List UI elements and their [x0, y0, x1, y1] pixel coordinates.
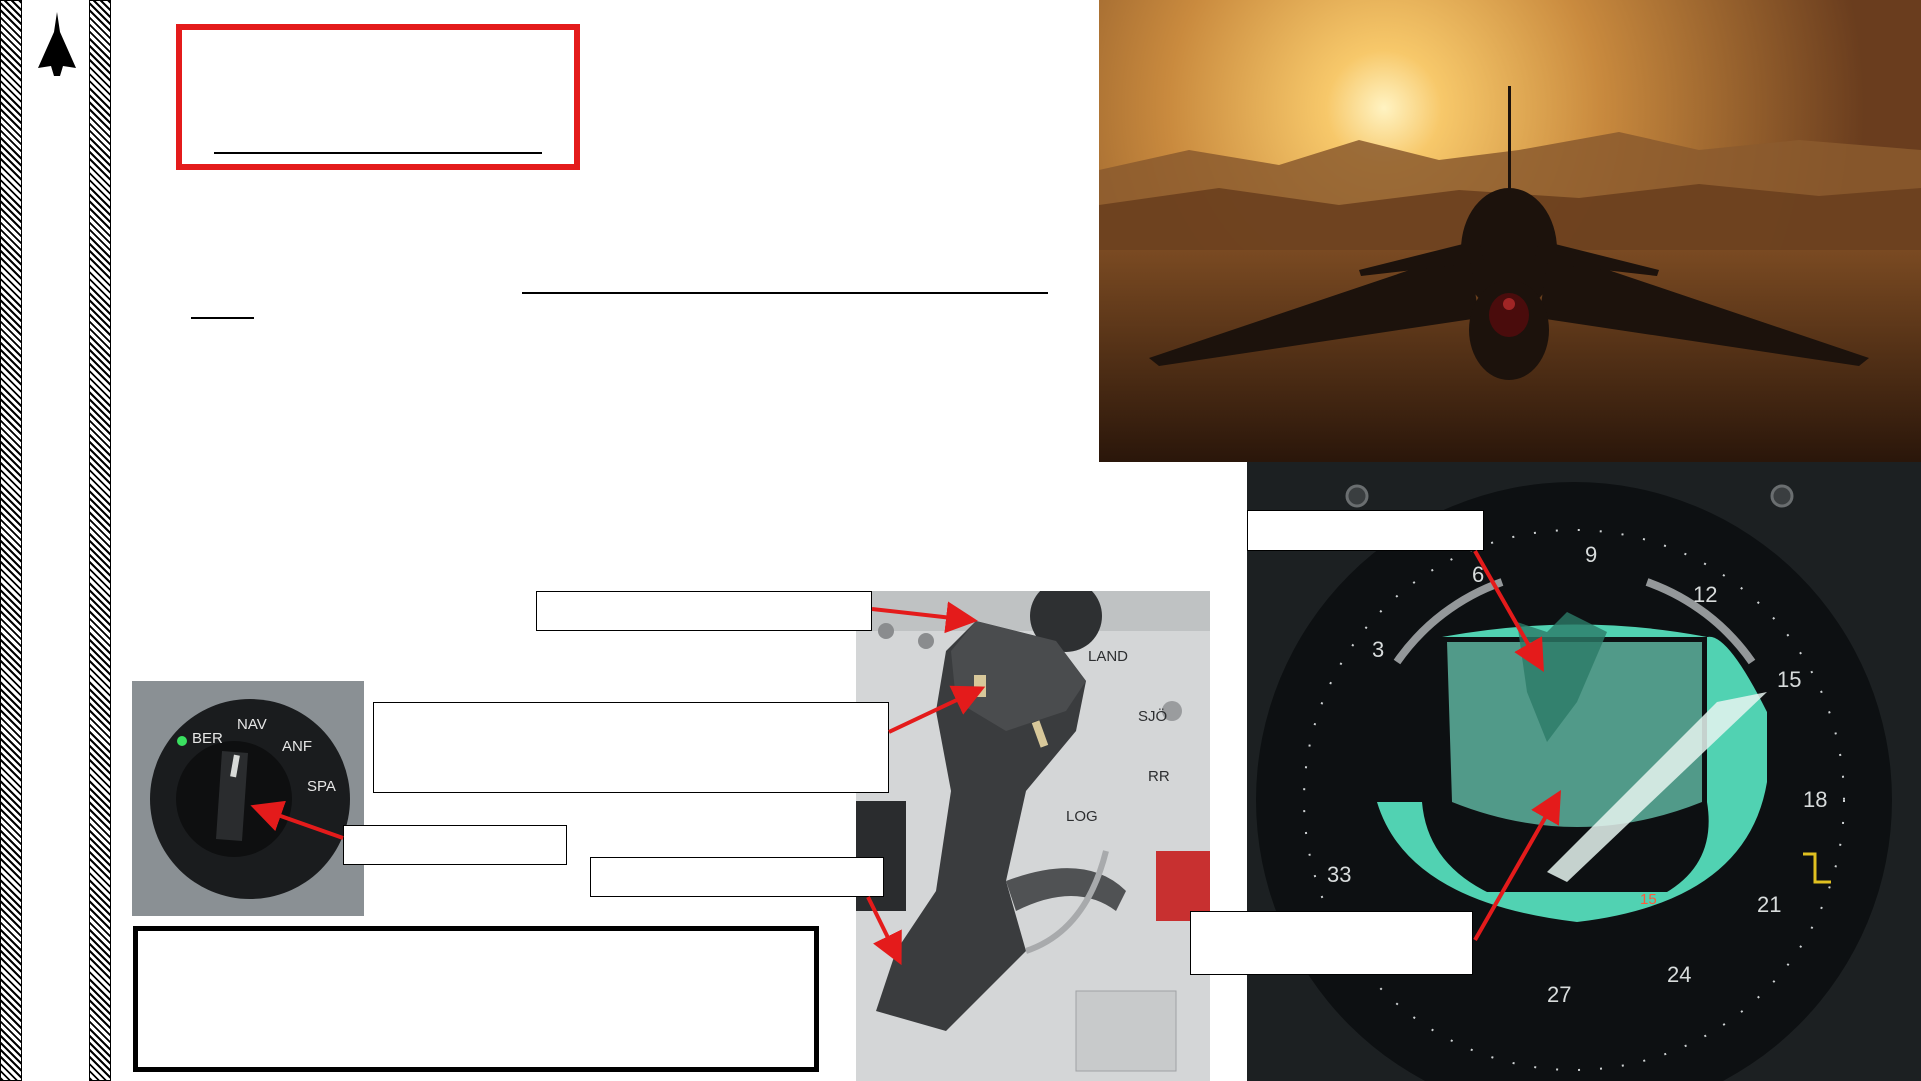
knob-label-nav: NAV — [237, 716, 267, 733]
scope-bearing-24: 24 — [1667, 962, 1691, 987]
title-underline — [214, 152, 542, 154]
scope-bearing-21: 21 — [1757, 892, 1781, 917]
scope-bearing-6: 6 — [1472, 562, 1484, 587]
stick-trigger-callout — [590, 857, 884, 897]
text-underline — [522, 292, 1048, 294]
scope-bearing-3: 3 — [1372, 637, 1384, 662]
knob-label-ber: BER — [192, 730, 223, 747]
mode-knob-description-callout — [373, 702, 889, 793]
left-hatch-bar — [0, 0, 22, 1081]
scope-bearing-12: 12 — [1693, 582, 1717, 607]
text-underline-short — [191, 317, 254, 319]
mode-selector-callout — [343, 825, 567, 865]
arm-button-callout — [536, 591, 872, 631]
scope-bearing-15: 15 — [1777, 667, 1801, 692]
control-stick-photo: LAND SJÖ RR LOG — [856, 591, 1210, 1081]
note-box — [133, 926, 819, 1072]
scope-bearing-33: 33 — [1327, 862, 1351, 887]
delta-wing-aircraft-icon — [32, 10, 82, 78]
panel-label-sjo: SJÖ — [1138, 707, 1167, 725]
radar-scope-callout — [1190, 911, 1473, 975]
panel-label-log: LOG — [1066, 808, 1098, 825]
radar-range-callout — [1247, 510, 1484, 551]
mode-selector-photo: BER NAV ANF SPA — [132, 681, 364, 916]
aircraft-sunset-photo — [1099, 0, 1921, 462]
knob-label-spa: SPA — [307, 778, 336, 795]
title-box — [176, 24, 580, 170]
scope-range-readout: 15 — [1640, 891, 1657, 908]
knob-label-anf: ANF — [282, 738, 312, 755]
scope-bearing-27: 27 — [1547, 982, 1571, 1007]
scope-bearing-9: 9 — [1585, 542, 1597, 567]
radar-scope-photo: 9 12 15 18 21 24 27 33 3 6 15 — [1247, 462, 1921, 1081]
scope-bearing-18: 18 — [1803, 787, 1827, 812]
left-hatch-bar-inner — [89, 0, 111, 1081]
panel-label-land: LAND — [1088, 648, 1128, 665]
panel-label-rr: RR — [1148, 768, 1170, 785]
